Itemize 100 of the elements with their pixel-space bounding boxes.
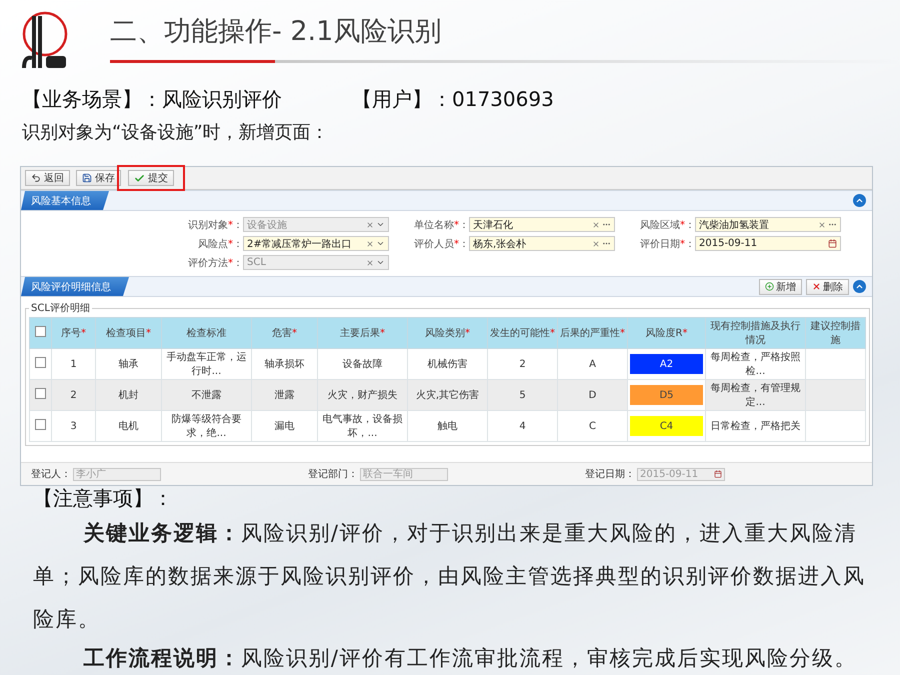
table-cell	[806, 410, 866, 442]
save-icon	[82, 173, 92, 183]
table-cell: 每周检查，有管理规定...	[706, 380, 806, 410]
risk-level-cell: C4	[630, 416, 703, 436]
input-field[interactable]: 杨东,张会朴	[469, 236, 615, 251]
check-icon	[134, 172, 145, 184]
column-header: 危害*	[252, 318, 318, 348]
clear-icon[interactable]	[366, 220, 374, 228]
collapse-button[interactable]	[853, 280, 866, 293]
table-cell: 机械伤害	[408, 348, 488, 380]
collapse-button[interactable]	[853, 194, 866, 207]
dropdown-icon[interactable]	[376, 239, 385, 248]
field-label: 评价方法*：	[187, 256, 243, 270]
user-value: 01730693	[452, 87, 554, 111]
section-tab[interactable]: 风险评价明细信息	[21, 277, 129, 296]
table-cell: C	[558, 410, 628, 442]
back-button[interactable]: 返回	[25, 170, 70, 186]
plus-icon	[765, 282, 774, 291]
calendar-icon[interactable]	[828, 239, 837, 248]
input-field[interactable]: 2#常减压常炉一路出口	[243, 236, 389, 251]
field-label: 单位名称*：	[413, 218, 469, 232]
table-cell: 每周检查，严格按照检...	[706, 348, 806, 380]
note-paragraph: 工作流程说明：风险识别/评价有工作流审批流程，审核完成后实现风险分级。	[82, 645, 858, 672]
column-header: 建议控制措施	[806, 318, 866, 348]
user-label: 【用户】：	[352, 86, 452, 113]
clear-icon[interactable]	[818, 220, 826, 228]
column-header: 检查标准	[162, 318, 252, 348]
checkbox[interactable]	[35, 357, 46, 368]
table-cell: 日常检查，严格把关	[706, 410, 806, 442]
table-cell: 手动盘车正常，运行时...	[162, 348, 252, 380]
column-header: 风险类别*	[408, 318, 488, 348]
column-header: 主要后果*	[318, 318, 408, 348]
submit-button[interactable]: 提交	[128, 170, 174, 186]
table-cell: 轴承损坏	[252, 348, 318, 380]
input-field: 李小广	[73, 468, 161, 480]
section-tab[interactable]: 风险基本信息	[21, 191, 109, 210]
table-cell: 设备故障	[318, 348, 408, 380]
dropdown-icon[interactable]	[376, 220, 385, 229]
checkbox[interactable]	[35, 388, 46, 399]
delete-button[interactable]: 删除	[806, 278, 849, 294]
intro-text: 识别对象为“设备设施”时，新增页面：	[21, 121, 330, 145]
field-label: 风险点*：	[197, 238, 243, 250]
field-label: 登记日期：	[585, 468, 635, 481]
clear-icon[interactable]	[592, 240, 600, 248]
table-cell	[806, 348, 866, 380]
table-cell: 火灾，财产损失	[318, 380, 408, 410]
column-header: 风险度R*	[628, 318, 706, 348]
table-cell: 泄露	[252, 380, 318, 410]
clear-icon[interactable]	[366, 258, 374, 266]
table-cell: 不泄露	[162, 380, 252, 410]
input-field[interactable]: 天津石化	[469, 217, 615, 232]
dropdown-icon[interactable]	[376, 258, 385, 267]
field-label: 评价人员*：	[413, 238, 469, 250]
column-header: 现有控制措施及执行情况	[706, 318, 806, 348]
calendar-icon	[714, 470, 722, 478]
table-cell: A	[558, 348, 628, 380]
input-field[interactable]: 2015-09-11	[695, 236, 841, 251]
field-label: 识别对象*：	[187, 218, 243, 232]
input-field: 2015-09-11	[637, 468, 725, 480]
table-cell: 机封	[96, 380, 162, 410]
slide-title: 二、功能操作- 2.1风险识别	[110, 15, 442, 49]
checkbox[interactable]	[35, 326, 46, 337]
table-cell: 5	[488, 380, 558, 410]
table-cell: 电机	[96, 410, 162, 442]
notes-heading: 【注意事项】：	[32, 486, 174, 512]
group-legend: SCL评价明细	[29, 301, 92, 315]
table-cell: 触电	[408, 410, 488, 442]
table-cell: D	[558, 380, 628, 410]
table-cell: 1	[52, 348, 96, 380]
field-label: 登记部门：	[308, 468, 358, 481]
table-cell: 防爆等级符合要求，绝...	[162, 410, 252, 442]
field-label: 风险区域*：	[639, 218, 695, 232]
note-paragraph: 关键业务逻辑：风险识别/评价，对于识别出来是重大风险的，进入重大风险清单；风险库的数据来源于风险识别评价，由风险主管选择典型的识别评价数据进入风险库。	[32, 520, 866, 633]
clear-icon[interactable]	[366, 240, 374, 248]
table-cell: 2	[52, 380, 96, 410]
clear-icon[interactable]	[592, 220, 600, 228]
column-header: 发生的可能性*	[488, 318, 558, 348]
checkbox[interactable]	[35, 419, 46, 430]
table-cell: 2	[488, 348, 558, 380]
column-header: 后果的严重性*	[558, 318, 628, 348]
column-header: 序号*	[52, 318, 96, 348]
chevron-up-icon	[855, 282, 864, 291]
table-cell	[806, 380, 866, 410]
add-button[interactable]: 新增	[759, 278, 802, 294]
input-field[interactable]: 汽柴油加氢装置	[695, 217, 841, 232]
field-label: 登记人：	[31, 468, 71, 481]
table-cell: 火灾,其它伤害	[408, 380, 488, 410]
field-label: 评价日期*：	[639, 238, 695, 250]
close-icon	[812, 282, 821, 291]
table-cell: 轴承	[96, 348, 162, 380]
risk-level-cell: D5	[630, 385, 703, 405]
input-field: 联合一车间	[360, 468, 448, 480]
table-cell: 4	[488, 410, 558, 442]
scene-value: 风险识别评价	[162, 86, 282, 113]
table-cell: 3	[52, 410, 96, 442]
undo-icon	[31, 173, 41, 183]
risk-level-cell: A2	[630, 354, 703, 374]
save-button[interactable]: 保存	[76, 170, 121, 186]
table-cell: 漏电	[252, 410, 318, 442]
column-header: 检查项目*	[96, 318, 162, 348]
